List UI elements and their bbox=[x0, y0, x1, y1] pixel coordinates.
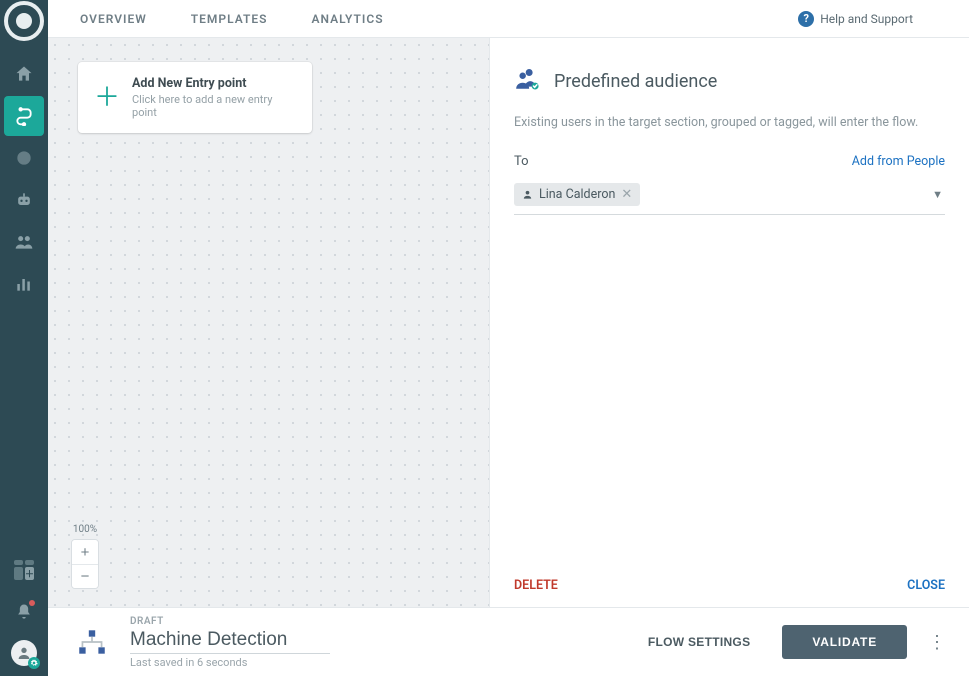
flow-settings-button[interactable]: FLOW SETTINGS bbox=[634, 627, 765, 657]
audience-select[interactable]: Lina Calderon ✕ ▼ bbox=[514, 177, 945, 215]
zoom-in-button[interactable]: + bbox=[72, 540, 98, 564]
nav-apps[interactable]: ＋ bbox=[4, 550, 44, 590]
add-entry-point-card[interactable]: ＋ Add New Entry point Click here to add … bbox=[78, 62, 312, 133]
last-saved: Last saved in 6 seconds bbox=[130, 656, 330, 669]
side-panel: Predefined audience Existing users in th… bbox=[490, 38, 969, 607]
audience-icon bbox=[514, 66, 540, 96]
nav-flows[interactable] bbox=[4, 96, 44, 136]
plus-icon: ＋ bbox=[94, 85, 120, 111]
main-area: OVERVIEW TEMPLATES ANALYTICS ? Help and … bbox=[48, 0, 969, 676]
nav-home[interactable] bbox=[4, 54, 44, 94]
panel-description: Existing users in the target section, gr… bbox=[514, 114, 945, 132]
more-menu[interactable]: ⋮ bbox=[925, 632, 949, 653]
gear-icon bbox=[28, 657, 40, 669]
top-tabs: OVERVIEW TEMPLATES ANALYTICS ? Help and … bbox=[48, 0, 969, 38]
left-rail: ＋ bbox=[0, 0, 48, 676]
tab-templates[interactable]: TEMPLATES bbox=[191, 12, 268, 26]
zoom-out-button[interactable]: − bbox=[72, 564, 98, 588]
flow-title-input[interactable] bbox=[130, 627, 330, 654]
chevron-down-icon[interactable]: ▼ bbox=[932, 188, 945, 201]
tab-analytics[interactable]: ANALYTICS bbox=[311, 12, 383, 26]
chip-label: Lina Calderon bbox=[539, 187, 615, 202]
nav-people[interactable] bbox=[4, 222, 44, 262]
app-logo-icon bbox=[0, 2, 48, 40]
flow-canvas[interactable]: ＋ Add New Entry point Click here to add … bbox=[48, 38, 490, 607]
nav-audience[interactable] bbox=[4, 138, 44, 178]
nav-account[interactable] bbox=[11, 640, 37, 666]
entry-card-title: Add New Entry point bbox=[132, 76, 296, 91]
footer-bar: DRAFT Last saved in 6 seconds FLOW SETTI… bbox=[48, 607, 969, 676]
nav-bot[interactable] bbox=[4, 180, 44, 220]
help-label: Help and Support bbox=[820, 12, 913, 26]
draft-badge: DRAFT bbox=[130, 616, 330, 627]
tab-overview[interactable]: OVERVIEW bbox=[80, 12, 147, 26]
chip-remove[interactable]: ✕ bbox=[621, 188, 632, 201]
entry-card-subtitle: Click here to add a new entry point bbox=[132, 93, 296, 119]
to-label: To bbox=[514, 154, 529, 169]
nav-analytics[interactable] bbox=[4, 264, 44, 304]
help-icon: ? bbox=[798, 11, 814, 27]
zoom-level: 100% bbox=[73, 524, 97, 535]
validate-button[interactable]: VALIDATE bbox=[782, 625, 907, 659]
workspace: ＋ Add New Entry point Click here to add … bbox=[48, 38, 969, 607]
nav-notifications[interactable] bbox=[4, 592, 44, 632]
flow-tree-icon bbox=[72, 625, 112, 659]
panel-title: Predefined audience bbox=[554, 71, 717, 92]
close-button[interactable]: CLOSE bbox=[907, 578, 945, 593]
help-link[interactable]: ? Help and Support bbox=[798, 11, 913, 27]
audience-chip: Lina Calderon ✕ bbox=[514, 183, 640, 206]
zoom-controls: 100% + − bbox=[70, 524, 100, 589]
person-icon bbox=[522, 189, 533, 200]
add-from-people-link[interactable]: Add from People bbox=[852, 154, 945, 169]
delete-button[interactable]: DELETE bbox=[514, 578, 558, 593]
